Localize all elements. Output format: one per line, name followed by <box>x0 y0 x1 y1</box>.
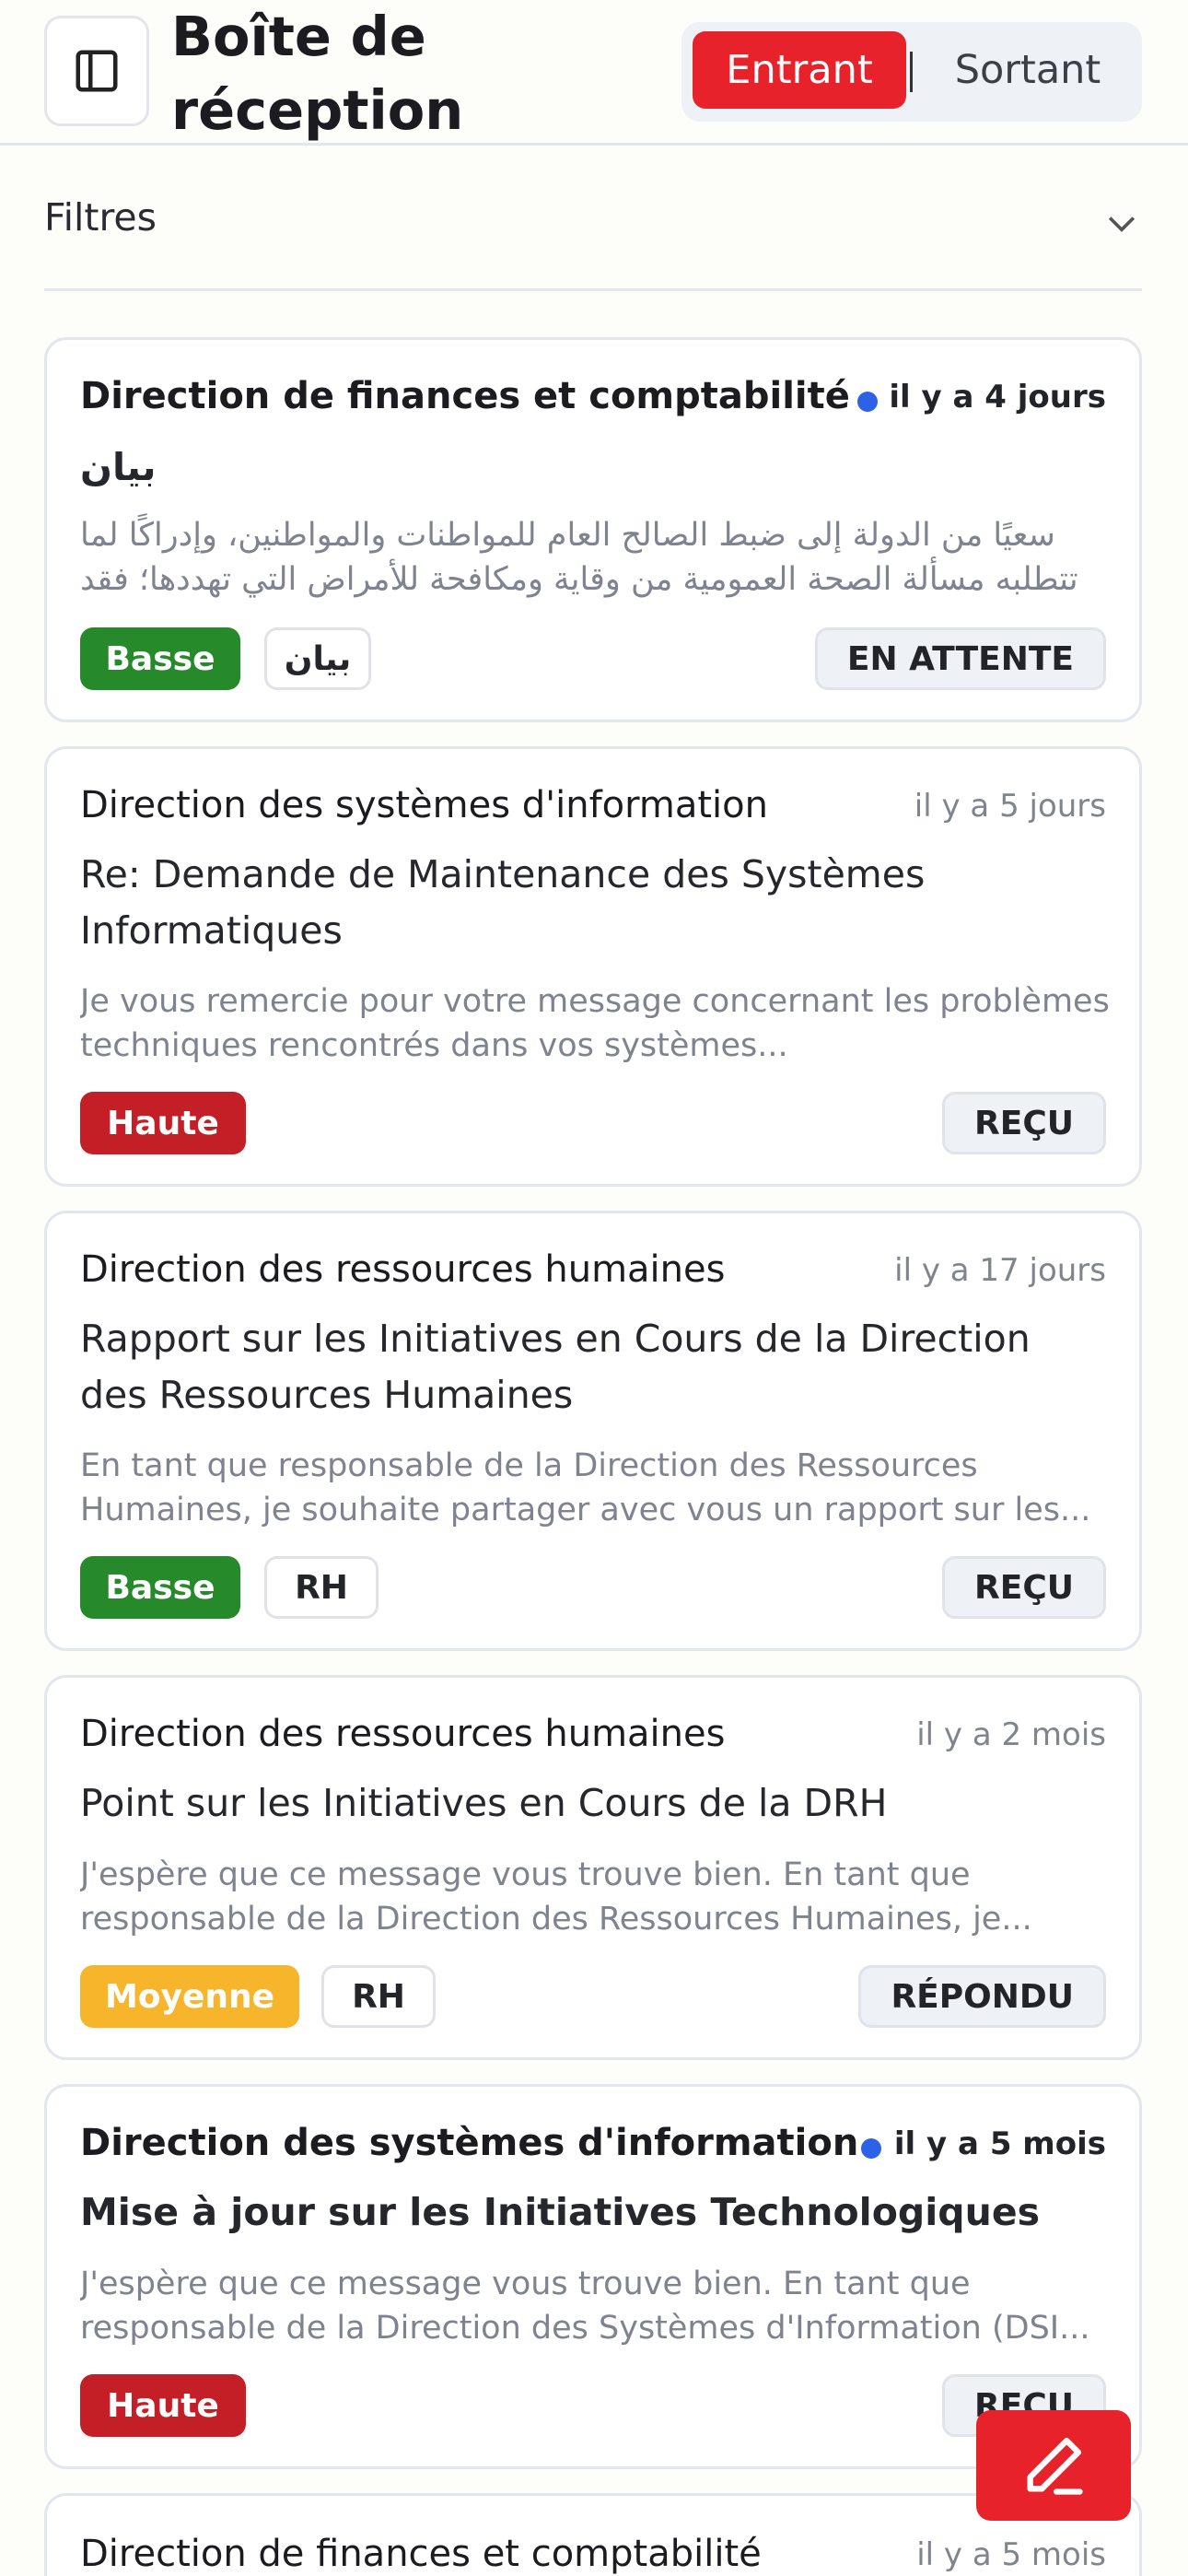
message-time: il y a 5 mois <box>916 2536 1106 2573</box>
message-sender: Direction des ressources humaines <box>80 1248 726 1291</box>
compose-button[interactable] <box>976 2410 1131 2521</box>
direction-segmented-control: Entrant Sortant <box>681 22 1142 122</box>
message-time: il y a 5 mois <box>893 2125 1106 2162</box>
pen-icon <box>1027 2437 1083 2495</box>
message-time: il y a 5 jours <box>914 788 1106 825</box>
message-card[interactable]: Direction des ressources humaines il y a… <box>44 1211 1142 1651</box>
message-card[interactable]: Direction des ressources humaines il y a… <box>44 1675 1142 2060</box>
page-title: Boîte de réception <box>171 5 464 142</box>
message-time: il y a 2 mois <box>916 1716 1106 1753</box>
filters-label: Filtres <box>44 195 157 240</box>
category-tag: RH <box>321 1965 436 2028</box>
priority-badge: Haute <box>80 2374 246 2437</box>
category-tag: RH <box>264 1556 379 1619</box>
message-sender: Direction de finances et comptabilité <box>80 375 850 417</box>
status-badge: REÇU <box>942 1556 1106 1619</box>
message-subject: بيان <box>80 445 157 489</box>
unread-indicator <box>861 2138 881 2159</box>
message-card[interactable]: Direction des systèmes d'information il … <box>44 2084 1142 2469</box>
message-preview: سعيًا من الدولة إلى ضبط الصالح العام للم… <box>80 517 1078 598</box>
message-card[interactable]: Direction de finances et comptabilité il… <box>44 337 1142 722</box>
priority-badge: Haute <box>80 1092 246 1154</box>
priority-badge: Moyenne <box>80 1965 299 2028</box>
app-header: Boîte de réception Entrant Sortant <box>0 0 1188 146</box>
message-subject: Rapport sur les Initiatives en Cours de … <box>80 1317 1031 1417</box>
category-tag: بيان <box>264 627 371 690</box>
message-time: il y a 4 jours <box>889 379 1106 416</box>
message-sender: Direction des systèmes d'information <box>80 784 768 826</box>
priority-badge: Basse <box>80 627 240 690</box>
message-sender: Direction de finances et comptabilité <box>80 2533 762 2575</box>
message-preview: Je vous remercie pour votre message conc… <box>80 983 1110 1064</box>
status-badge: REÇU <box>942 1092 1106 1154</box>
message-subject: Point sur les Initiatives en Cours de la… <box>80 1781 888 1825</box>
message-time: il y a 17 jours <box>894 1252 1106 1289</box>
message-preview: En tant que responsable de la Direction … <box>80 1447 1091 1528</box>
status-badge: EN ATTENTE <box>814 627 1106 690</box>
message-subject: Re: Demande de Maintenance des Systèmes … <box>80 852 926 953</box>
message-preview: J'espère que ce message vous trouve bien… <box>80 1856 1032 1938</box>
sidebar-toggle-button[interactable] <box>44 16 149 126</box>
inbox-screen: Boîte de réception Entrant Sortant Filtr… <box>0 0 1188 2576</box>
chevron-down-icon <box>1108 217 1136 232</box>
unread-indicator <box>857 392 878 412</box>
tab-outgoing[interactable]: Sortant <box>923 31 1133 109</box>
message-subject: Mise à jour sur les Initiatives Technolo… <box>80 2190 1041 2234</box>
segment-divider <box>910 52 913 92</box>
message-preview: J'espère que ce message vous trouve bien… <box>80 2266 1090 2347</box>
message-sender: Direction des systèmes d'information <box>80 2122 859 2164</box>
message-card[interactable]: Direction des systèmes d'information il … <box>44 746 1142 1187</box>
sidebar-icon <box>76 50 118 92</box>
status-badge: RÉPONDU <box>858 1965 1106 2028</box>
filters-toggle[interactable]: Filtres <box>44 175 1142 291</box>
priority-badge: Basse <box>80 1556 240 1619</box>
message-sender: Direction des ressources humaines <box>80 1713 726 1755</box>
tab-incoming[interactable]: Entrant <box>693 31 906 109</box>
